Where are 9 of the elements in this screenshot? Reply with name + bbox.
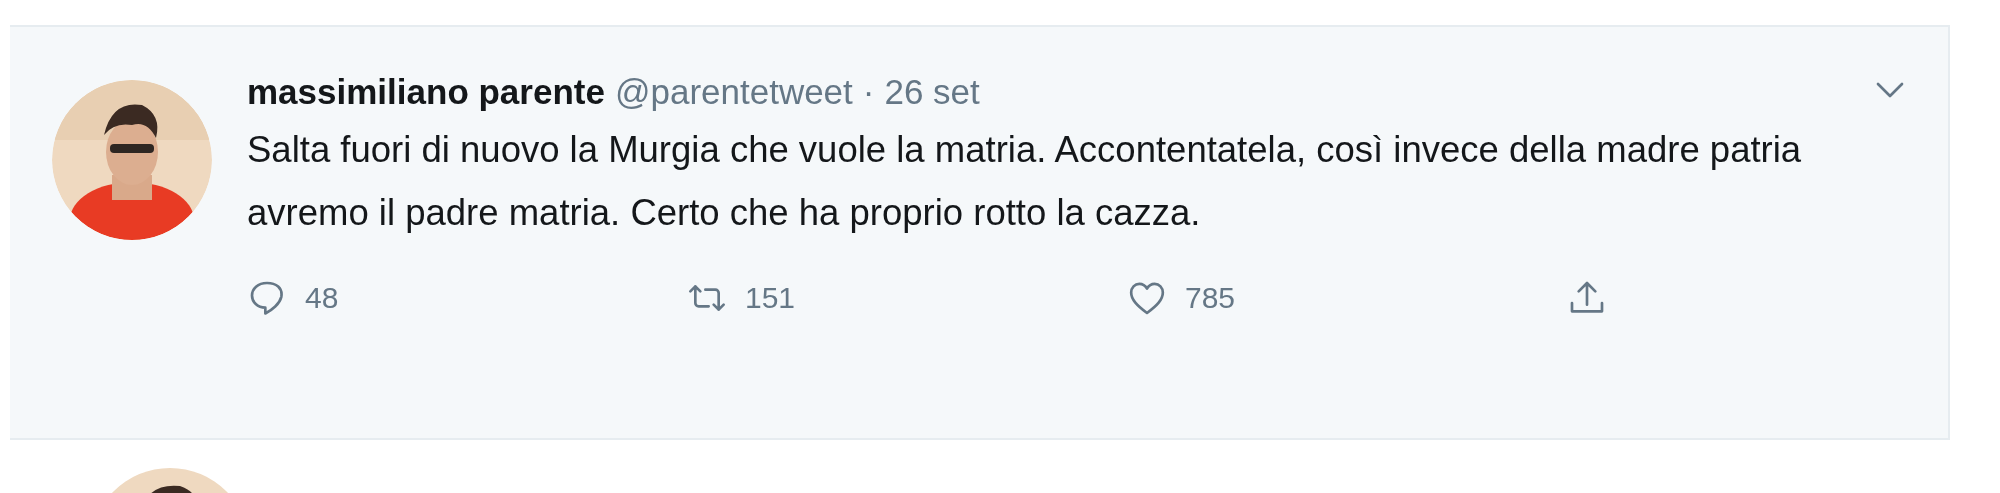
user-name[interactable]: massimiliano parente bbox=[247, 72, 605, 112]
action-count: 151 bbox=[745, 281, 796, 315]
tweet-text: Salta fuori di nuovo la Murgia che vuole la matria. Accontentatela, così invece della madre patria avremo il padre matria. Certo che ha proprio rotto la cazza. bbox=[247, 128, 1803, 235]
tweet-card[interactable] bbox=[10, 25, 1950, 440]
tweet-date[interactable]: 26 set bbox=[884, 72, 980, 112]
action-count: 785 bbox=[1185, 281, 1236, 315]
separator: · bbox=[862, 72, 875, 112]
user-handle[interactable]: @parentetweet bbox=[614, 72, 853, 112]
action-count: 48 bbox=[305, 281, 339, 315]
